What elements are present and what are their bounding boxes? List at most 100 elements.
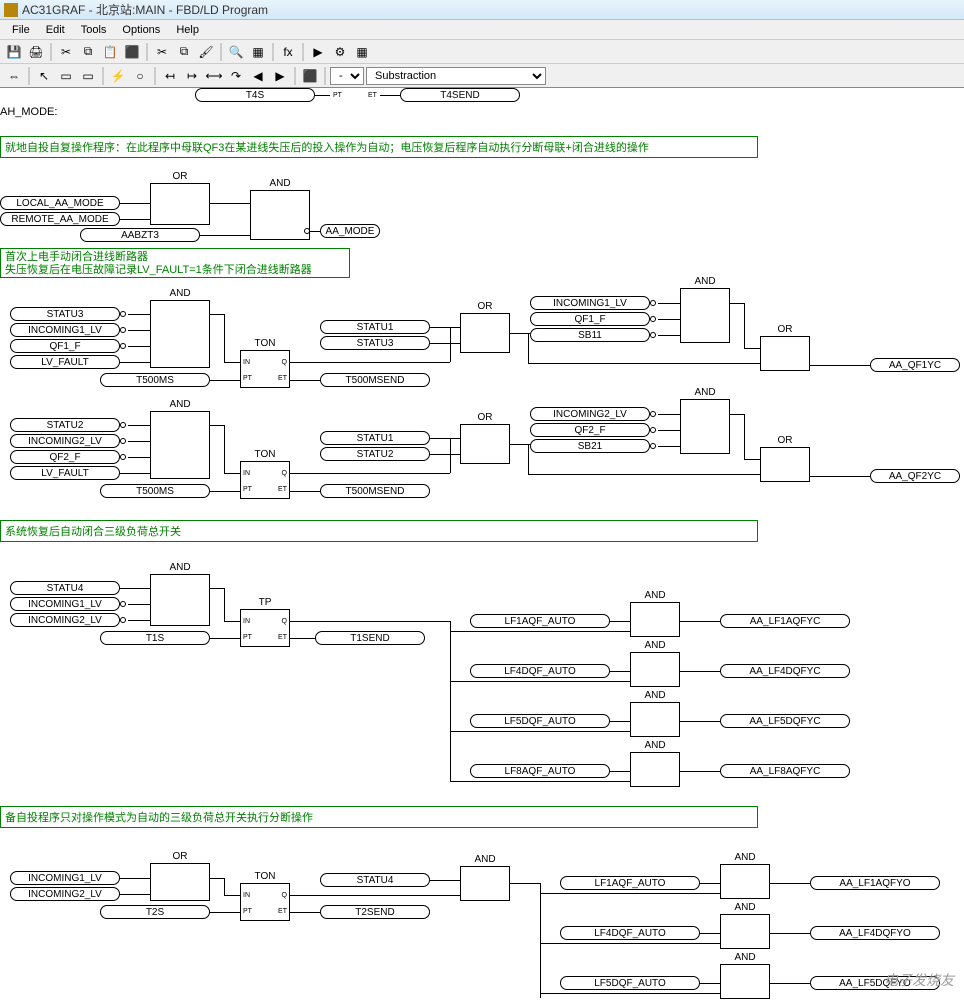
block-or[interactable]: OR — [150, 863, 210, 901]
play-icon[interactable]: ▶ — [308, 42, 328, 62]
var-lf1aqfb[interactable]: LF1AQF_AUTO — [560, 876, 700, 890]
cut2-icon[interactable]: ✂ — [152, 42, 172, 62]
block-and[interactable]: AND — [460, 866, 510, 901]
var-lf1aqf[interactable]: LF1AQF_AUTO — [470, 614, 610, 628]
paste-icon[interactable]: 📋 — [100, 42, 120, 62]
var-statu2[interactable]: STATU2 — [10, 418, 120, 432]
print-icon[interactable]: 🖨 — [26, 42, 46, 62]
var-local-aa[interactable]: LOCAL_AA_MODE — [0, 196, 120, 210]
box-icon[interactable]: ⬛ — [300, 66, 320, 86]
var-aalf5[interactable]: AA_LF5DQFYC — [720, 714, 850, 728]
block-and[interactable]: AND — [680, 399, 730, 454]
comment-3[interactable]: 系统恢复后自动闭合三级负荷总开关 — [0, 520, 758, 542]
var-qf1f2[interactable]: QF1_F — [530, 312, 650, 326]
var-lf4dqfb[interactable]: LF4DQF_AUTO — [560, 926, 700, 940]
pointer-icon[interactable]: ↖ — [34, 66, 54, 86]
fbd-canvas[interactable]: AH_MODE: T4S T4SEND PT ET 就地自投自复操作程序：在此程… — [0, 88, 964, 1000]
var-incoming2[interactable]: INCOMING2_LV — [10, 434, 120, 448]
var-aalf1o[interactable]: AA_LF1AQFYO — [810, 876, 940, 890]
block-and[interactable]: AND — [720, 914, 770, 949]
var-aalf4o[interactable]: AA_LF4DQFYO — [810, 926, 940, 940]
block-or[interactable]: OR — [760, 447, 810, 482]
var-t500ms[interactable]: T500MS — [100, 373, 210, 387]
var-t500msend[interactable]: T500MSEND — [320, 373, 430, 387]
block-and[interactable]: AND — [680, 288, 730, 343]
var-lf4dqf[interactable]: LF4DQF_AUTO — [470, 664, 610, 678]
cut-icon[interactable]: ✂ — [56, 42, 76, 62]
var-t500msend2[interactable]: T500MSEND — [320, 484, 430, 498]
block-ton[interactable]: TON IN Q PT ET — [240, 350, 290, 388]
prev-icon[interactable]: ◀ — [248, 66, 268, 86]
grid2-icon[interactable]: ▦ — [352, 42, 372, 62]
block-and[interactable]: AND — [150, 574, 210, 626]
link-icon[interactable]: ⟷ — [204, 66, 224, 86]
var-aa-mode[interactable]: AA_MODE — [320, 224, 380, 238]
save-icon[interactable]: 💾 — [4, 42, 24, 62]
menu-edit[interactable]: Edit — [38, 22, 73, 38]
var-t1s[interactable]: T1S — [100, 631, 210, 645]
block-icon[interactable]: ▭ — [56, 66, 76, 86]
debug-icon[interactable]: ⚙ — [330, 42, 350, 62]
var-aaqf1yc[interactable]: AA_QF1YC — [870, 358, 960, 372]
grid-icon[interactable]: ▦ — [248, 42, 268, 62]
block-ton[interactable]: TON IN Q PT ET — [240, 461, 290, 499]
block-or[interactable]: OR — [150, 183, 210, 225]
block-and[interactable]: AND — [630, 702, 680, 737]
dropdown-function[interactable]: Substraction — [366, 67, 546, 85]
var-qf2f2[interactable]: QF2_F — [530, 423, 650, 437]
block-and[interactable]: AND — [630, 652, 680, 687]
menu-file[interactable]: File — [4, 22, 38, 38]
var-sb11[interactable]: SB11 — [530, 328, 650, 342]
var-aalf4[interactable]: AA_LF4DQFYC — [720, 664, 850, 678]
block-and[interactable]: AND — [150, 300, 210, 368]
var-aalf8[interactable]: AA_LF8AQFYC — [720, 764, 850, 778]
var-lf5dqf[interactable]: LF5DQF_AUTO — [470, 714, 610, 728]
var-t4send[interactable]: T4SEND — [400, 88, 520, 102]
var-statu3[interactable]: STATU3 — [320, 336, 430, 350]
block-and[interactable]: AND — [250, 190, 310, 240]
var-statu4[interactable]: STATU4 — [10, 581, 120, 595]
menu-help[interactable]: Help — [168, 22, 207, 38]
var-lf8aqf[interactable]: LF8AQF_AUTO — [470, 764, 610, 778]
var-incoming2c[interactable]: INCOMING2_LV — [10, 613, 120, 627]
tool-icon[interactable]: ⬛ — [122, 42, 142, 62]
fx-icon[interactable]: fx — [278, 42, 298, 62]
block-and[interactable]: AND — [150, 411, 210, 479]
block-tp[interactable]: TP IN Q PT ET — [240, 609, 290, 647]
var-incoming1[interactable]: INCOMING1_LV — [10, 323, 120, 337]
var-statu3[interactable]: STATU3 — [10, 307, 120, 321]
left-icon[interactable]: ↤ — [160, 66, 180, 86]
menu-tools[interactable]: Tools — [73, 22, 115, 38]
var-t2s[interactable]: T2S — [100, 905, 210, 919]
comment-2[interactable]: 首次上电手动闭合进线断路器 失压恢复后在电压故障记录LV_FAULT=1条件下闭… — [0, 248, 350, 278]
var-statu1b[interactable]: STATU1 — [320, 431, 430, 445]
var-aabzt3[interactable]: AABZT3 — [80, 228, 200, 242]
var-incoming2d[interactable]: INCOMING2_LV — [10, 887, 120, 901]
neg-icon[interactable]: ○ — [130, 66, 150, 86]
dropdown-small[interactable]: - — [330, 67, 364, 85]
comment-1[interactable]: 就地自投自复操作程序：在此程序中母联QF3在某进线失压后的投入操作为自动；电压恢… — [0, 136, 758, 158]
var-incoming1lv[interactable]: INCOMING1_LV — [530, 296, 650, 310]
wire-icon[interactable]: ⚡ — [108, 66, 128, 86]
right-icon[interactable]: ↦ — [182, 66, 202, 86]
next-icon[interactable]: ▶ — [270, 66, 290, 86]
block-and[interactable]: AND — [720, 964, 770, 999]
var-t4s[interactable]: T4S — [195, 88, 315, 102]
var-t1send[interactable]: T1SEND — [315, 631, 425, 645]
var-t2send[interactable]: T2SEND — [320, 905, 430, 919]
comment-4[interactable]: 备自投程序只对操作模式为自动的三级负荷总开关执行分断操作 — [0, 806, 758, 828]
block-ton[interactable]: TON IN Q PT ET — [240, 883, 290, 921]
var-lf5dqfb[interactable]: LF5DQF_AUTO — [560, 976, 700, 990]
var-lvfault2[interactable]: LV_FAULT — [10, 466, 120, 480]
var-statu2b[interactable]: STATU2 — [320, 447, 430, 461]
var-qf2f[interactable]: QF2_F — [10, 450, 120, 464]
var-lvfault[interactable]: LV_FAULT — [10, 355, 120, 369]
var-incoming1d[interactable]: INCOMING1_LV — [10, 871, 120, 885]
var-statu1[interactable]: STATU1 — [320, 320, 430, 334]
var-aaqf2yc[interactable]: AA_QF2YC — [870, 469, 960, 483]
zoom-icon[interactable]: 🔍 — [226, 42, 246, 62]
block-or[interactable]: OR — [760, 336, 810, 371]
block-or[interactable]: OR — [460, 424, 510, 464]
jump-icon[interactable]: ↷ — [226, 66, 246, 86]
block-and[interactable]: AND — [720, 864, 770, 899]
